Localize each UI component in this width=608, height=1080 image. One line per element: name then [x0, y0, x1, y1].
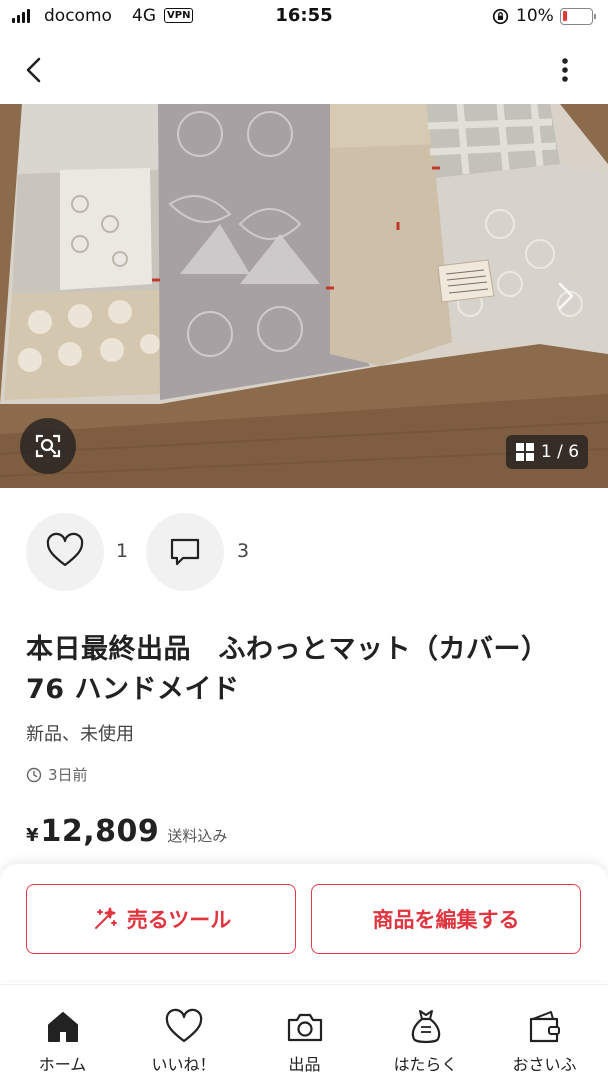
vertical-ellipsis-icon[interactable]: [548, 50, 582, 90]
edit-item-label: 商品を編集する: [372, 908, 520, 932]
tab-wallet[interactable]: おさいふ: [484, 985, 605, 1080]
product-image: [0, 104, 608, 488]
tab-home-label: ホーム: [38, 1055, 87, 1074]
grid-icon: [515, 443, 534, 461]
reactions-row: 1 3: [0, 512, 608, 592]
home-icon: [47, 1012, 78, 1042]
tab-home[interactable]: ホーム: [2, 985, 123, 1080]
shipping-note: 送料込み: [167, 827, 228, 845]
like-button[interactable]: [26, 513, 104, 591]
comment-count: 3: [237, 540, 250, 562]
edit-item-button[interactable]: 商品を編集する: [311, 884, 581, 954]
posted-time-text: 3日前: [48, 766, 88, 784]
tab-sell[interactable]: 出品: [244, 985, 365, 1080]
sell-tool-label: 売るツール: [126, 908, 232, 932]
posted-time: 3日前: [26, 764, 88, 785]
image-search-icon: [35, 434, 61, 458]
sell-tool-button[interactable]: 売るツール: [26, 884, 296, 954]
tab-likes-label: いいね！: [151, 1055, 216, 1074]
tab-wallet-label: おさいふ: [512, 1055, 577, 1074]
chevron-left-icon[interactable]: [14, 50, 54, 90]
clock-icon: [26, 767, 42, 782]
battery-icon: [560, 8, 596, 25]
like-count: 1: [116, 540, 129, 562]
tab-sell-label: 出品: [288, 1055, 321, 1074]
chevron-right-icon[interactable]: [552, 274, 580, 318]
camera-icon: [287, 1013, 322, 1042]
item-photo[interactable]: 1 / 6: [0, 104, 608, 488]
battery-percent: 10%: [516, 6, 554, 26]
heart-icon: [46, 532, 84, 567]
item-title: 本日最終出品 ふわっとマット（カバー）76 ハンドメイド: [26, 634, 549, 705]
currency-symbol: ¥: [26, 825, 39, 846]
tab-work[interactable]: はたらく: [365, 985, 486, 1080]
image-counter-text: 1 / 6: [540, 442, 580, 462]
rotation-lock-icon: [492, 8, 509, 25]
money-bag-icon: [411, 1010, 440, 1044]
action-bar: 売るツール 商品を編集する: [0, 864, 608, 980]
comment-button[interactable]: [146, 513, 224, 591]
tab-bar: ホーム いいね！ 出品 はたらく おさいふ: [0, 984, 608, 1080]
item-price: ¥ 12,809 送料込み: [26, 814, 227, 849]
image-search-button[interactable]: [20, 418, 76, 474]
sparkle-magic-icon: [94, 907, 117, 929]
tab-work-label: はたらく: [393, 1055, 458, 1074]
tab-likes[interactable]: いいね！: [123, 985, 244, 1080]
price-amount: 12,809: [40, 814, 160, 849]
comment-icon: [170, 538, 200, 566]
status-bar: docomo 4G VPN 16:55 10%: [0, 0, 608, 34]
heart-icon: [165, 1008, 202, 1043]
top-nav: [0, 40, 608, 100]
item-condition: 新品、未使用: [26, 724, 134, 745]
wallet-icon: [529, 1011, 560, 1043]
image-counter[interactable]: 1 / 6: [506, 435, 588, 469]
